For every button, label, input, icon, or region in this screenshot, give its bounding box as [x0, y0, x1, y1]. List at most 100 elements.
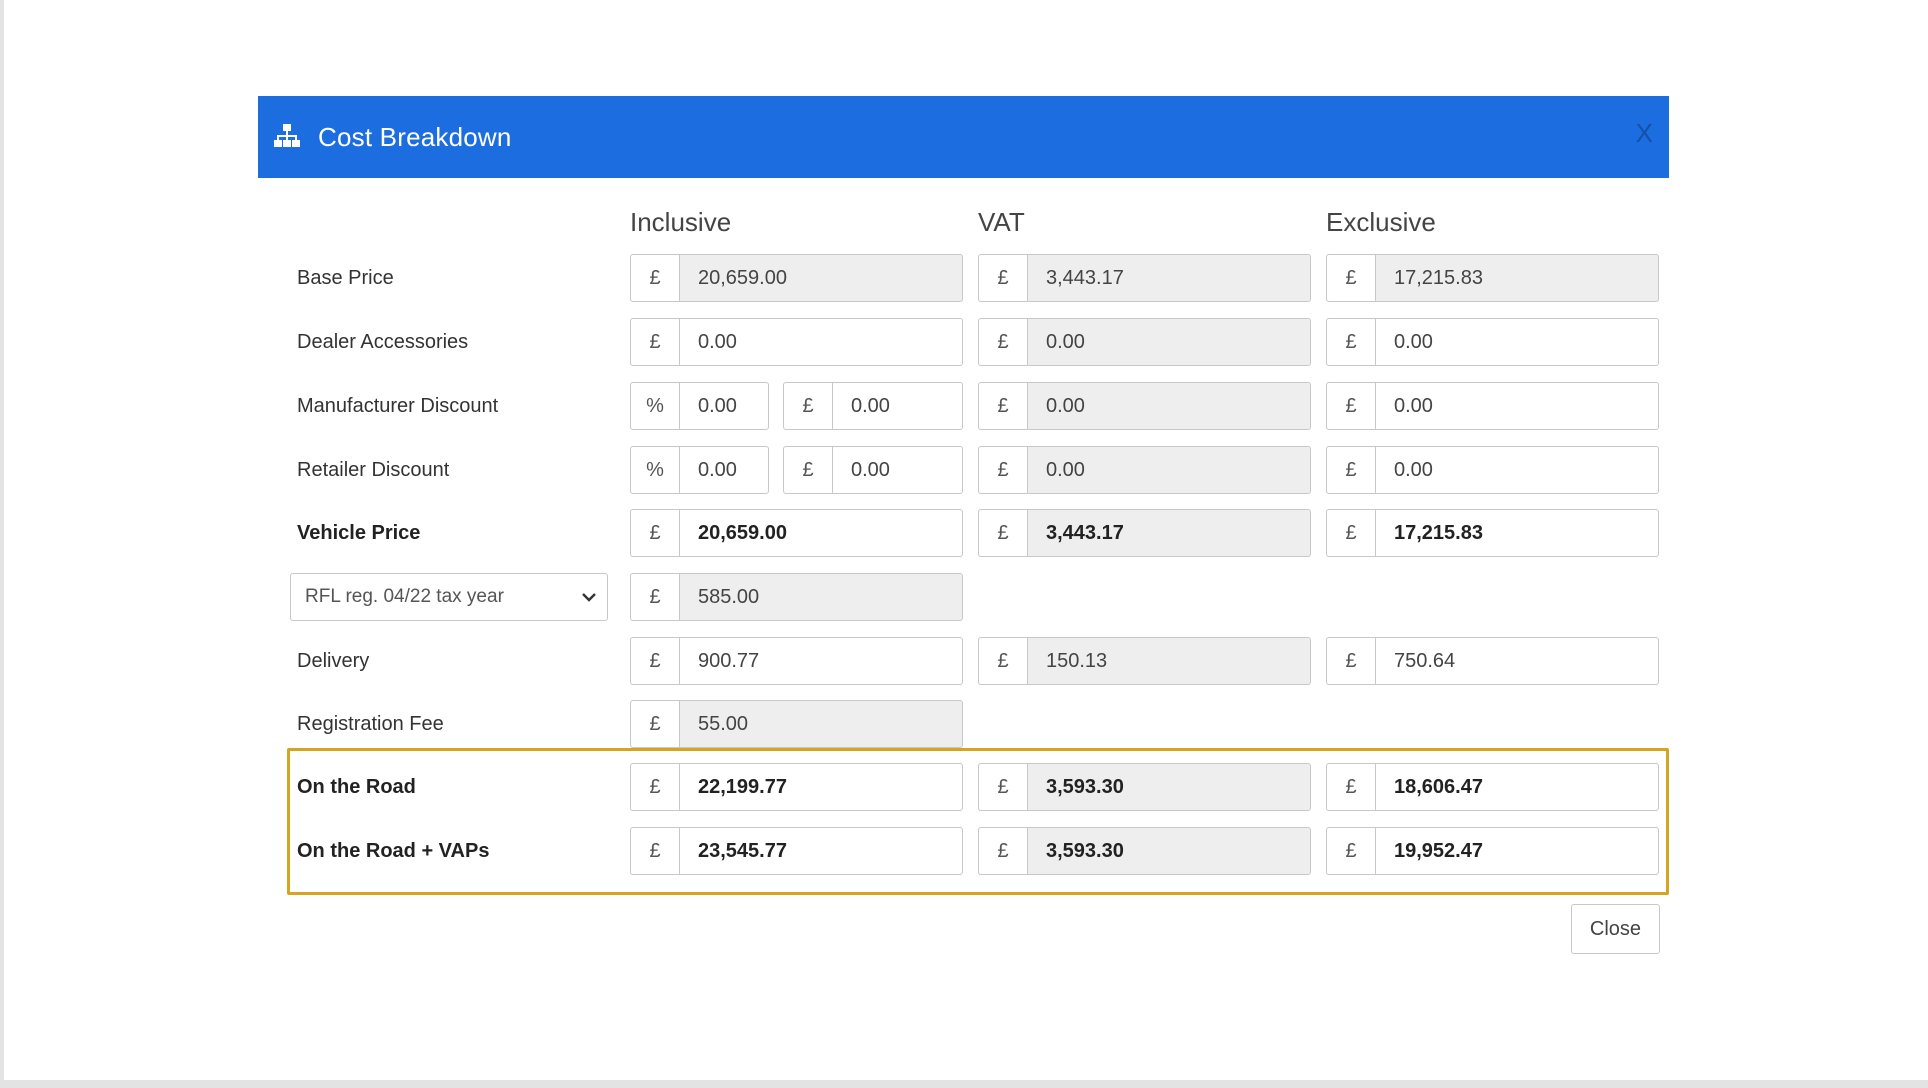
currency-addon: £: [978, 637, 1027, 685]
delivery-vat-field: 150.13: [1027, 637, 1311, 685]
currency-addon: £: [978, 827, 1027, 875]
currency-addon: £: [783, 446, 832, 494]
currency-addon: £: [978, 446, 1027, 494]
currency-addon: £: [630, 637, 679, 685]
dealer-accessories-inclusive-group: £ 0.00: [630, 318, 963, 366]
currency-addon: £: [978, 254, 1027, 302]
row-label: Base Price: [297, 267, 394, 289]
base-price-inclusive-field: 20,659.00: [679, 254, 963, 302]
currency-addon: £: [630, 318, 679, 366]
dialog-title: Cost Breakdown: [318, 121, 512, 152]
delivery-inclusive-group: £ 900.77: [630, 637, 963, 685]
vehicle-price-exclusive-input[interactable]: 17,215.83: [1375, 509, 1659, 557]
currency-addon: £: [630, 827, 679, 875]
currency-addon: £: [1326, 763, 1375, 811]
currency-addon: £: [1326, 827, 1375, 875]
row-label: On the Road: [297, 776, 416, 798]
manufacturer-discount-vat-field: 0.00: [1027, 382, 1311, 430]
currency-addon: £: [978, 509, 1027, 557]
retailer-discount-vat-group: £ 0.00: [978, 446, 1311, 494]
currency-addon: £: [630, 700, 679, 748]
manufacturer-discount-percent-group: % 0.00: [630, 382, 769, 430]
on-the-road-vaps-inclusive-group: £ 23,545.77: [630, 827, 963, 875]
manufacturer-discount-amount-group: £ 0.00: [783, 382, 963, 430]
dealer-accessories-exclusive-group: £ 0.00: [1326, 318, 1659, 366]
base-price-vat-group: £ 3,443.17: [978, 254, 1311, 302]
retailer-discount-percent-input[interactable]: 0.00: [679, 446, 769, 494]
row-manufacturer-discount: Manufacturer Discount % 0.00 £ 0.00 £ 0.…: [258, 382, 1669, 430]
currency-addon: £: [783, 382, 832, 430]
delivery-exclusive-group: £ 750.64: [1326, 637, 1659, 685]
row-registration-fee: Registration Fee £ 55.00: [258, 700, 1669, 748]
currency-addon: £: [1326, 637, 1375, 685]
dealer-accessories-exclusive-input[interactable]: 0.00: [1375, 318, 1659, 366]
row-label: Delivery: [297, 650, 370, 672]
retailer-discount-percent-group: % 0.00: [630, 446, 769, 494]
row-label: Vehicle Price: [297, 522, 421, 544]
currency-addon: £: [630, 573, 679, 621]
on-the-road-vat-group: £ 3,593.30: [978, 763, 1311, 811]
dialog-header: Cost Breakdown X: [258, 96, 1669, 178]
base-price-exclusive-group: £ 17,215.83: [1326, 254, 1659, 302]
row-delivery: Delivery £ 900.77 £ 150.13 £ 750.64: [258, 637, 1669, 685]
dealer-accessories-vat-group: £ 0.00: [978, 318, 1311, 366]
base-price-inclusive-group: £ 20,659.00: [630, 254, 963, 302]
percent-addon: %: [630, 382, 679, 430]
dialog-close-icon[interactable]: X: [1636, 120, 1653, 146]
vehicle-price-inclusive-input[interactable]: 20,659.00: [679, 509, 963, 557]
manufacturer-discount-amount-input[interactable]: 0.00: [832, 382, 963, 430]
currency-addon: £: [1326, 509, 1375, 557]
chevron-down-icon: [581, 589, 597, 605]
column-header-inclusive: Inclusive: [630, 207, 732, 237]
retailer-discount-vat-field: 0.00: [1027, 446, 1311, 494]
vehicle-price-vat-field: 3,443.17: [1027, 509, 1311, 557]
manufacturer-discount-exclusive-input[interactable]: 0.00: [1375, 382, 1659, 430]
currency-addon: £: [978, 382, 1027, 430]
on-the-road-inclusive-input[interactable]: 22,199.77: [679, 763, 963, 811]
close-button[interactable]: Close: [1571, 904, 1660, 954]
dealer-accessories-inclusive-input[interactable]: 0.00: [679, 318, 963, 366]
on-the-road-exclusive-group: £ 18,606.47: [1326, 763, 1659, 811]
on-the-road-vaps-inclusive-input[interactable]: 23,545.77: [679, 827, 963, 875]
manufacturer-discount-vat-group: £ 0.00: [978, 382, 1311, 430]
on-the-road-exclusive-input[interactable]: 18,606.47: [1375, 763, 1659, 811]
on-the-road-vat-field: 3,593.30: [1027, 763, 1311, 811]
on-the-road-inclusive-group: £ 22,199.77: [630, 763, 963, 811]
delivery-inclusive-input[interactable]: 900.77: [679, 637, 963, 685]
rfl-inclusive-group: £ 585.00: [630, 573, 963, 621]
currency-addon: £: [630, 763, 679, 811]
row-dealer-accessories: Dealer Accessories £ 0.00 £ 0.00 £ 0.00: [258, 318, 1669, 366]
column-header-vat: VAT: [978, 207, 1025, 237]
base-price-exclusive-field: 17,215.83: [1375, 254, 1659, 302]
retailer-discount-exclusive-group: £ 0.00: [1326, 446, 1659, 494]
row-vehicle-price: Vehicle Price £ 20,659.00 £ 3,443.17 £ 1…: [258, 509, 1669, 557]
column-header-exclusive: Exclusive: [1326, 207, 1436, 237]
row-on-the-road-vaps: On the Road + VAPs £ 23,545.77 £ 3,593.3…: [258, 827, 1669, 875]
on-the-road-vaps-exclusive-group: £ 19,952.47: [1326, 827, 1659, 875]
delivery-exclusive-input[interactable]: 750.64: [1375, 637, 1659, 685]
percent-addon: %: [630, 446, 679, 494]
row-rfl: RFL reg. 04/22 tax year £ 585.00: [258, 573, 1669, 621]
currency-addon: £: [978, 318, 1027, 366]
row-label: Retailer Discount: [297, 459, 450, 481]
cost-breakdown-dialog: Cost Breakdown X Inclusive VAT Exclusive…: [258, 96, 1669, 954]
currency-addon: £: [1326, 318, 1375, 366]
base-price-vat-field: 3,443.17: [1027, 254, 1311, 302]
manufacturer-discount-percent-input[interactable]: 0.00: [679, 382, 769, 430]
currency-addon: £: [978, 763, 1027, 811]
retailer-discount-amount-input[interactable]: 0.00: [832, 446, 963, 494]
page-edge-bottom: [0, 1080, 1928, 1088]
on-the-road-vaps-exclusive-input[interactable]: 19,952.47: [1375, 827, 1659, 875]
sitemap-icon: [274, 124, 304, 150]
retailer-discount-amount-group: £ 0.00: [783, 446, 963, 494]
row-label: Dealer Accessories: [297, 331, 469, 353]
on-the-road-vaps-vat-field: 3,593.30: [1027, 827, 1311, 875]
dealer-accessories-vat-field: 0.00: [1027, 318, 1311, 366]
registration-fee-inclusive-group: £ 55.00: [630, 700, 963, 748]
rfl-select[interactable]: RFL reg. 04/22 tax year: [290, 573, 608, 621]
vehicle-price-inclusive-group: £ 20,659.00: [630, 509, 963, 557]
currency-addon: £: [1326, 254, 1375, 302]
retailer-discount-exclusive-input[interactable]: 0.00: [1375, 446, 1659, 494]
row-label: Registration Fee: [297, 713, 444, 735]
currency-addon: £: [1326, 446, 1375, 494]
